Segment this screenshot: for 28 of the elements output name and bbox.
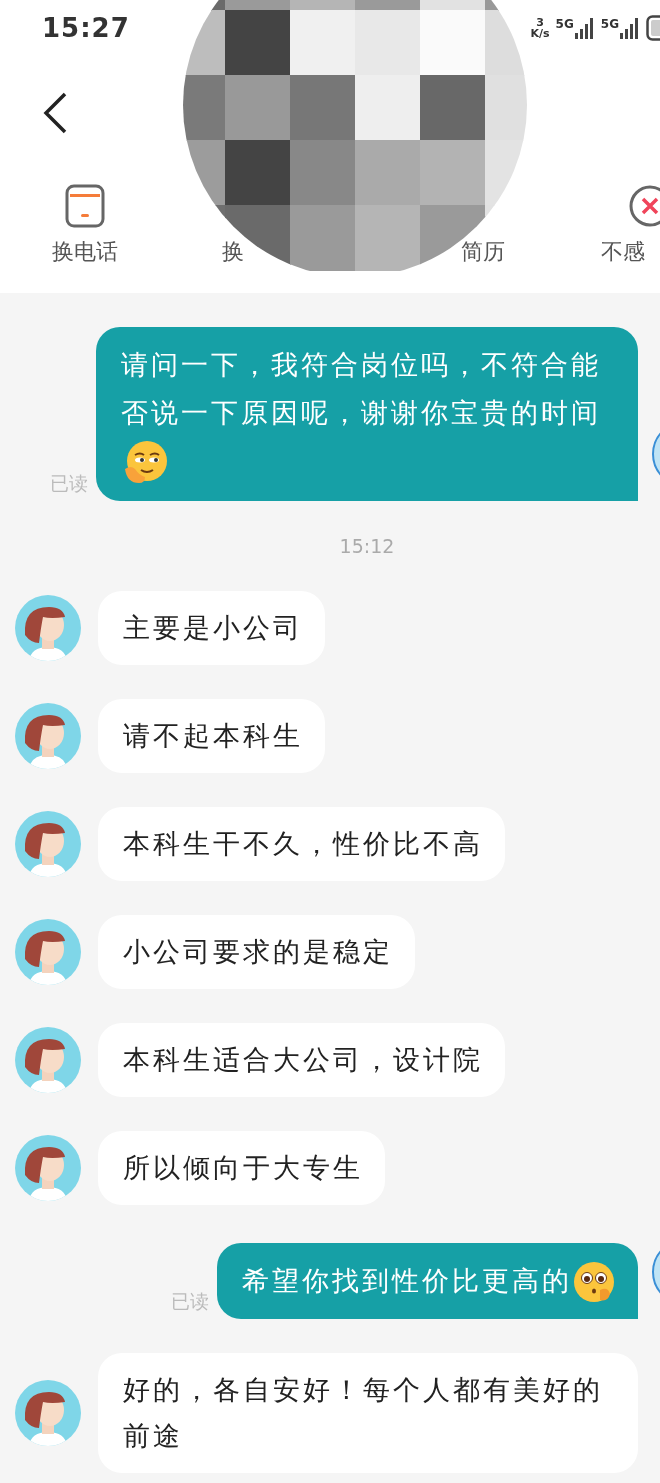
message-bubble: 请不起本科生 (98, 698, 325, 773)
speed-unit: K/s (530, 27, 550, 39)
action-label[interactable]: 不感 (601, 240, 645, 264)
battery-icon (646, 14, 660, 41)
message-bubble: 希望你找到性价比更高的 (217, 1242, 638, 1319)
timestamp: 15:12 (339, 534, 395, 557)
message-bubble: 所以倾向于大专生 (98, 1130, 385, 1205)
speed-value: 3 (536, 16, 544, 28)
phone-card-icon[interactable] (65, 184, 105, 228)
signal-icon (620, 16, 640, 39)
decline-icon[interactable] (628, 184, 660, 228)
message-bubble: 本科生适合大公司，设计院 (98, 1022, 505, 1097)
signal-icon (574, 16, 595, 39)
message-bubble: 小公司要求的是稳定 (98, 914, 415, 989)
message-bubble: 本科生干不久，性价比不高 (98, 806, 505, 881)
message-bubble: 请问一下，我符合岗位吗，不符合能否说一下原因呢，谢谢你宝贵的时间 (96, 327, 638, 501)
action-label[interactable]: 换 (222, 240, 244, 264)
action-label[interactable]: 简历 (461, 240, 505, 264)
message-bubble: 好的，各自安好！每个人都有美好的前途 (98, 1352, 638, 1473)
network-label: 5G (555, 16, 574, 31)
message-bubble: 主要是小公司 (98, 590, 325, 665)
back-icon[interactable] (42, 91, 68, 134)
action-label[interactable]: 换电话 (52, 240, 118, 264)
read-receipt: 已读 (50, 470, 88, 496)
emoji-icon (572, 1260, 616, 1304)
read-receipt: 已读 (171, 1288, 209, 1314)
network-label: 5G (600, 16, 619, 31)
clock-time: 15:27 (42, 12, 130, 43)
